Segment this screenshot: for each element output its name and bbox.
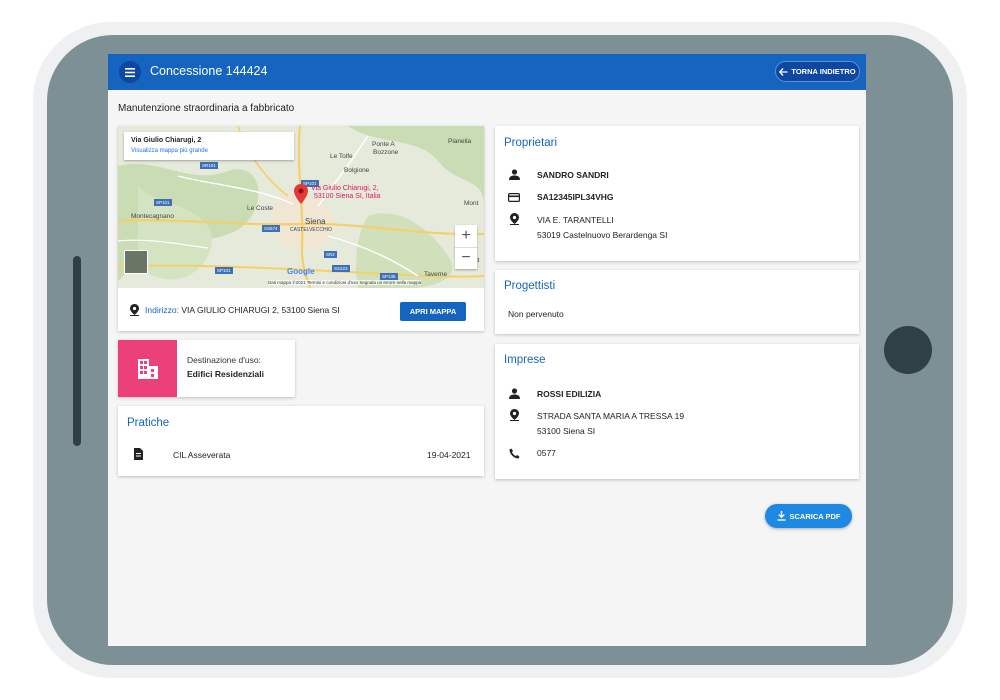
building-icon xyxy=(137,358,158,379)
pratica-date: 19-04-2021 xyxy=(427,450,471,460)
map-place-label: Ponte A xyxy=(372,141,395,148)
person-icon xyxy=(508,168,520,180)
road-badge: SP101 xyxy=(154,199,172,206)
map-place-label: Montecagnano xyxy=(131,213,175,220)
map-place-label: Mont xyxy=(464,200,479,207)
owner-address-line2: 53019 Castelnuovo Berardenga SI xyxy=(537,230,668,240)
larger-map-link[interactable]: Visualizza mappa più grande xyxy=(131,148,208,154)
map-popup-title: Via Giulio Chiarugi, 2 xyxy=(131,137,202,144)
company-address-line2: 53100 Siena SI xyxy=(537,426,596,436)
destination-icon-box xyxy=(118,340,177,397)
road-badge: SR101 xyxy=(200,162,218,169)
pratiche-card: Pratiche CIL Asseverata 19-04-2021 xyxy=(118,406,484,476)
map-info-popup: Via Giulio Chiarugi, 2 Visualizza mappa … xyxy=(124,132,294,160)
progettisti-title: Progettisti xyxy=(504,280,556,292)
back-button-label: TORNA INDIETRO xyxy=(791,67,856,76)
owner-fiscal-code: SA12345IPL34VHG xyxy=(537,192,614,202)
google-logo: Google xyxy=(287,267,315,276)
road-badge: SR2 xyxy=(324,251,337,258)
back-button[interactable]: TORNA INDIETRO xyxy=(775,61,860,82)
owner-address-line1: VIA E. TARANTELLI xyxy=(537,215,614,225)
device-side-button xyxy=(73,256,81,446)
imprese-card: Imprese ROSSI EDILIZIA STRADA SANTA MARI… xyxy=(495,344,859,479)
map-place-label: Pianella xyxy=(448,138,472,145)
progettisti-card: Progettisti Non pervenuto xyxy=(495,270,859,334)
map-place-label: CASTELVECCHIO xyxy=(290,227,332,233)
map-place-label: Bozzone xyxy=(373,149,399,156)
zoom-out-button[interactable]: − xyxy=(455,247,477,269)
download-icon xyxy=(777,511,785,521)
company-name: ROSSI EDILIZIA xyxy=(537,389,602,399)
progettisti-text: Non pervenuto xyxy=(508,309,564,319)
company-phone[interactable]: 0577 xyxy=(537,448,556,458)
map-pin-label-line2: 53100 Siena SI, Italia xyxy=(314,193,381,200)
map-place-label: Le Tolfe xyxy=(330,153,353,160)
app-title: Concessione 144424 xyxy=(150,64,268,78)
road-badge: SP101 xyxy=(215,267,233,274)
map-pin-label-line1: Via Giulio Chiarugi, 2, xyxy=(311,185,379,192)
app-screen: Concessione 144424 TORNA INDIETRO Manute… xyxy=(108,54,866,646)
proprietari-title: Proprietari xyxy=(504,137,558,149)
map-footer: Dati mappa ©2021 Termini e condizioni d'… xyxy=(268,280,422,285)
map-view[interactable]: Pianella Ponte A Bozzone Le Tolfe Bolgio… xyxy=(118,126,484,288)
person-icon xyxy=(508,387,520,399)
phone-icon xyxy=(508,447,520,459)
map-place-label: Taverne xyxy=(424,271,448,278)
pratica-name[interactable]: CIL Asseverata xyxy=(173,450,230,460)
device-home-button xyxy=(884,326,932,374)
address-value: VIA GIULIO CHIARUGI 2, 53100 Siena SI xyxy=(181,305,340,315)
imprese-title: Imprese xyxy=(504,354,546,366)
map-pin-label: Via Giulio Chiarugi, 2, 53100 Siena SI, … xyxy=(311,185,381,201)
pratiche-title: Pratiche xyxy=(127,417,170,429)
destination-value: Edifici Residenziali xyxy=(187,369,264,379)
road-badge: SS674 xyxy=(262,225,280,232)
map-card: Pianella Ponte A Bozzone Le Tolfe Bolgio… xyxy=(118,126,484,331)
app-bar: Concessione 144424 TORNA INDIETRO xyxy=(108,54,866,90)
document-icon xyxy=(132,448,144,460)
map-place-label: Le Coste xyxy=(247,205,274,212)
page-subtitle: Manutenzione straordinaria a fabbricato xyxy=(118,103,295,114)
download-pdf-button[interactable]: SCARICA PDF xyxy=(765,504,852,528)
download-pdf-label: SCARICA PDF xyxy=(789,511,841,521)
proprietari-card: Proprietari SANDRO SANDRI SA12345IPL34VH… xyxy=(495,126,859,261)
arrow-left-icon xyxy=(779,67,788,76)
location-pin-icon xyxy=(130,304,139,316)
satellite-toggle[interactable] xyxy=(124,250,148,274)
owner-name: SANDRO SANDRI xyxy=(537,170,609,180)
id-card-icon xyxy=(508,191,520,203)
destination-label: Destinazione d'uso: xyxy=(187,355,261,365)
location-pin-icon xyxy=(508,409,520,421)
road-badge: SP135 xyxy=(380,273,398,280)
google-logo-text: Google xyxy=(287,267,315,276)
address-row: Indirizzo: VIA GIULIO CHIARUGI 2, 53100 … xyxy=(130,304,340,316)
map-pin-icon[interactable] xyxy=(294,184,308,204)
address-key: Indirizzo: xyxy=(145,305,180,315)
location-pin-icon xyxy=(508,213,520,225)
zoom-in-button[interactable]: + xyxy=(455,225,477,248)
map-place-label: Bolgione xyxy=(344,167,370,174)
menu-button[interactable] xyxy=(119,61,141,83)
road-badge: SS223 xyxy=(332,265,350,272)
menu-icon xyxy=(125,67,135,77)
open-map-button[interactable]: APRI MAPPA xyxy=(400,302,466,321)
map-zoom-controls: + − xyxy=(455,225,477,269)
destination-card: Destinazione d'uso: Edifici Residenziali xyxy=(118,340,295,397)
map-place-label: Siena xyxy=(305,217,326,226)
company-address-line1: STRADA SANTA MARIA A TRESSA 19 xyxy=(537,411,685,421)
